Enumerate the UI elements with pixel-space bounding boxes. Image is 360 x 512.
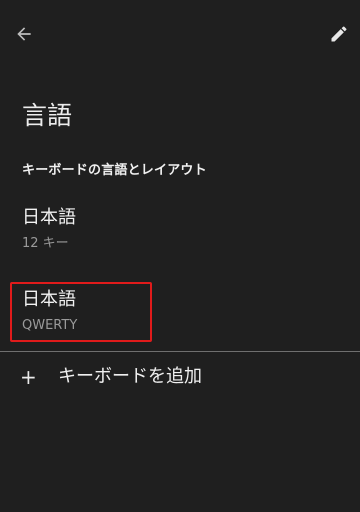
plus-icon: + — [20, 365, 37, 389]
keyboard-name: 日本語 — [22, 207, 76, 228]
divider — [0, 351, 360, 352]
top-app-bar — [0, 0, 360, 64]
keyboard-layout: QWERTY — [22, 318, 78, 333]
add-keyboard-label: キーボードを追加 — [58, 366, 202, 387]
edit-button[interactable] — [325, 20, 353, 48]
keyboard-name: 日本語 — [22, 289, 76, 310]
keyboard-layout: 12 キー — [22, 236, 69, 251]
keyboard-item-japanese-qwerty[interactable]: 日本語 QWERTY — [22, 288, 342, 335]
pencil-icon — [331, 26, 347, 42]
arrow-left-icon — [17, 27, 31, 41]
back-button[interactable] — [10, 20, 38, 48]
add-keyboard-button[interactable]: + キーボードを追加 — [0, 358, 360, 398]
page-title: 言語 — [22, 101, 73, 130]
keyboard-item-japanese-12key[interactable]: 日本語 12 キー — [22, 206, 342, 253]
section-header: キーボードの言語とレイアウト — [22, 163, 207, 178]
